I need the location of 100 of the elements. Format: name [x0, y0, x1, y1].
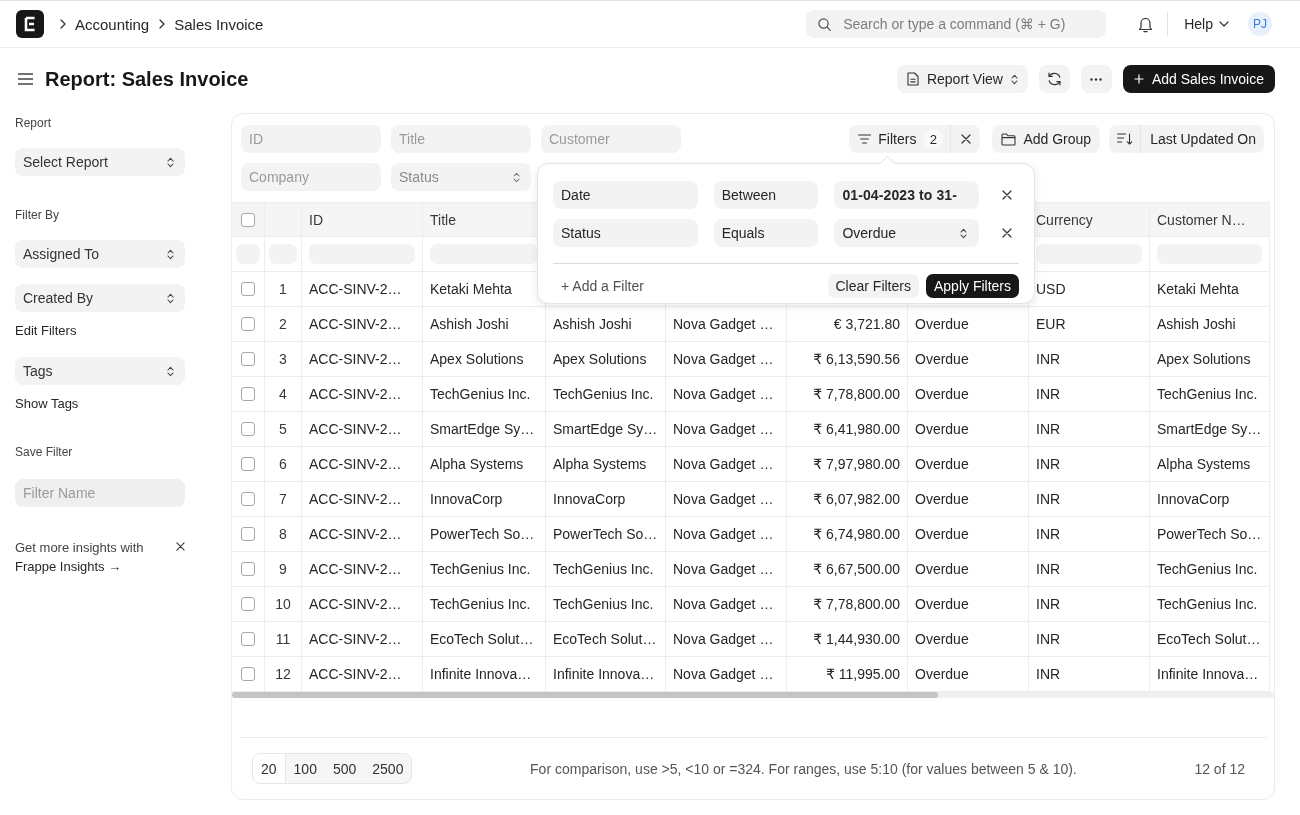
table-cell: Overdue [908, 622, 1029, 656]
row-checkbox[interactable] [241, 422, 255, 436]
filter-field[interactable]: Customer [541, 125, 681, 153]
table-cell: ACC-SINV-2… [302, 517, 423, 551]
row-checkbox[interactable] [241, 282, 255, 296]
table-cell: ACC-SINV-2… [302, 622, 423, 656]
section-label: Filter By [15, 208, 59, 223]
table-cell: Nova Gadget … [666, 342, 787, 376]
help-menu-button[interactable]: Help [1184, 16, 1229, 32]
insights-link[interactable]: Frappe Insights → [15, 559, 122, 574]
search-icon [818, 17, 832, 31]
updown-chevron-icon [960, 227, 968, 239]
section-label: Report [15, 116, 52, 131]
row-checkbox[interactable] [241, 632, 255, 646]
logo-icon[interactable] [16, 10, 44, 38]
filter-select[interactable]: Assigned To [15, 240, 185, 268]
clear-filters-button[interactable]: Clear Filters [827, 274, 919, 298]
more-icon [1090, 77, 1103, 81]
filter-value-field[interactable]: 01-04-2023 to 31- [834, 181, 980, 209]
row-number: 8 [265, 517, 302, 551]
table-cell: Overdue [908, 587, 1029, 621]
updown-chevron-icon [167, 248, 174, 260]
filter-condition-select[interactable]: Equals [713, 219, 819, 247]
updown-chevron-icon [513, 171, 520, 183]
column-header[interactable]: ID [302, 203, 423, 236]
report-view-button[interactable]: Report View [896, 65, 1028, 93]
table-cell: € 3,721.80 [787, 307, 908, 341]
row-number: 2 [265, 307, 302, 341]
bell-icon[interactable] [1138, 15, 1154, 33]
close-icon [1002, 228, 1013, 238]
page-size-button[interactable]: 100 [285, 754, 325, 783]
table-cell: INR [1029, 517, 1150, 551]
filter-field[interactable]: ID [241, 125, 381, 153]
table-cell: ₹ 6,41,980.00 [787, 412, 908, 446]
row-number: 9 [265, 552, 302, 586]
table-cell: ACC-SINV-2… [302, 377, 423, 411]
row-checkbox[interactable] [241, 457, 255, 471]
filter-name-field[interactable]: Filter Name [15, 479, 185, 507]
show-tags-link[interactable]: Show Tags [15, 397, 79, 411]
new-invoice-button[interactable]: Add Sales Invoice [1122, 65, 1275, 93]
table-cell: Nova Gadget … [666, 482, 787, 516]
column-header[interactable]: Customer N… [1150, 203, 1270, 236]
sort-order-button[interactable] [1109, 125, 1141, 153]
row-checkbox[interactable] [241, 527, 255, 541]
filter-value-select[interactable]: Overdue [834, 219, 980, 247]
search-field[interactable]: Search or type a command (⌘ + G) [806, 10, 1107, 38]
sort-field-button[interactable]: Last Updated On [1140, 125, 1264, 153]
column-filter-field[interactable] [1036, 244, 1142, 264]
column-filter-field[interactable] [430, 244, 538, 264]
more-button[interactable] [1080, 65, 1112, 93]
filter-field-select[interactable]: Status [553, 219, 698, 247]
page-size-button[interactable]: 20 [253, 754, 286, 783]
apply-filters-button[interactable]: Apply Filters [925, 274, 1019, 298]
table-cell: Nova Gadget … [666, 307, 787, 341]
select-all-checkbox[interactable] [241, 212, 255, 227]
row-checkbox[interactable] [241, 352, 255, 366]
page-size-button[interactable]: 500 [324, 754, 365, 783]
row-checkbox[interactable] [241, 492, 255, 506]
chevron-right-icon [60, 19, 66, 29]
row-checkbox[interactable] [241, 387, 255, 401]
table-cell: Overdue [908, 377, 1029, 411]
filter-field[interactable]: Title [391, 125, 531, 153]
table-cell: ACC-SINV-2… [302, 272, 423, 306]
filters-button[interactable]: Filters 2 [849, 125, 951, 153]
table-cell: ACC-SINV-2… [302, 307, 423, 341]
folder-icon [1001, 132, 1017, 146]
filter-field[interactable]: Company [241, 163, 381, 191]
edit-filters-link[interactable]: Edit Filters [15, 324, 77, 338]
add-filter-link[interactable]: + Add a Filter [553, 278, 821, 294]
breadcrumb-link[interactable]: Accounting [75, 15, 150, 33]
table-cell: EcoTech Solut… [546, 622, 666, 656]
row-checkbox[interactable] [241, 562, 255, 576]
scrollbar-thumb[interactable] [232, 692, 938, 698]
breadcrumb-link[interactable]: Sales Invoice [174, 15, 264, 33]
table-cell: PowerTech So… [1150, 517, 1270, 551]
filter-select[interactable]: Created By [15, 284, 185, 312]
close-icon [176, 542, 185, 551]
row-checkbox[interactable] [241, 667, 255, 681]
table-cell: Alpha Systems [423, 447, 546, 481]
dismiss-button[interactable] [176, 542, 185, 551]
report-select[interactable]: Select Report [15, 148, 185, 176]
row-number: 5 [265, 412, 302, 446]
menu-icon[interactable] [18, 73, 33, 85]
table-cell: Apex Solutions [1150, 342, 1270, 376]
filter-condition-select[interactable]: Between [713, 181, 819, 209]
table-cell: SmartEdge Sy… [1150, 412, 1270, 446]
row-checkbox[interactable] [241, 317, 255, 331]
refresh-button[interactable] [1038, 65, 1070, 93]
tags-select[interactable]: Tags [15, 357, 185, 385]
clear-filters-icon-button[interactable] [950, 125, 981, 153]
add-group-button[interactable]: Add Group [992, 125, 1101, 153]
table-cell: Nova Gadget … [666, 552, 787, 586]
table-cell: TechGenius Inc. [546, 377, 666, 411]
table-cell: ₹ 1,44,930.00 [787, 622, 908, 656]
user-avatar[interactable]: PJ [1248, 12, 1272, 36]
filter-field-select[interactable]: Date [553, 181, 698, 209]
page-size-button[interactable]: 2500 [364, 754, 412, 783]
table-cell: Nova Gadget … [666, 587, 787, 621]
row-checkbox[interactable] [241, 597, 255, 611]
table-cell: ACC-SINV-2… [302, 482, 423, 516]
